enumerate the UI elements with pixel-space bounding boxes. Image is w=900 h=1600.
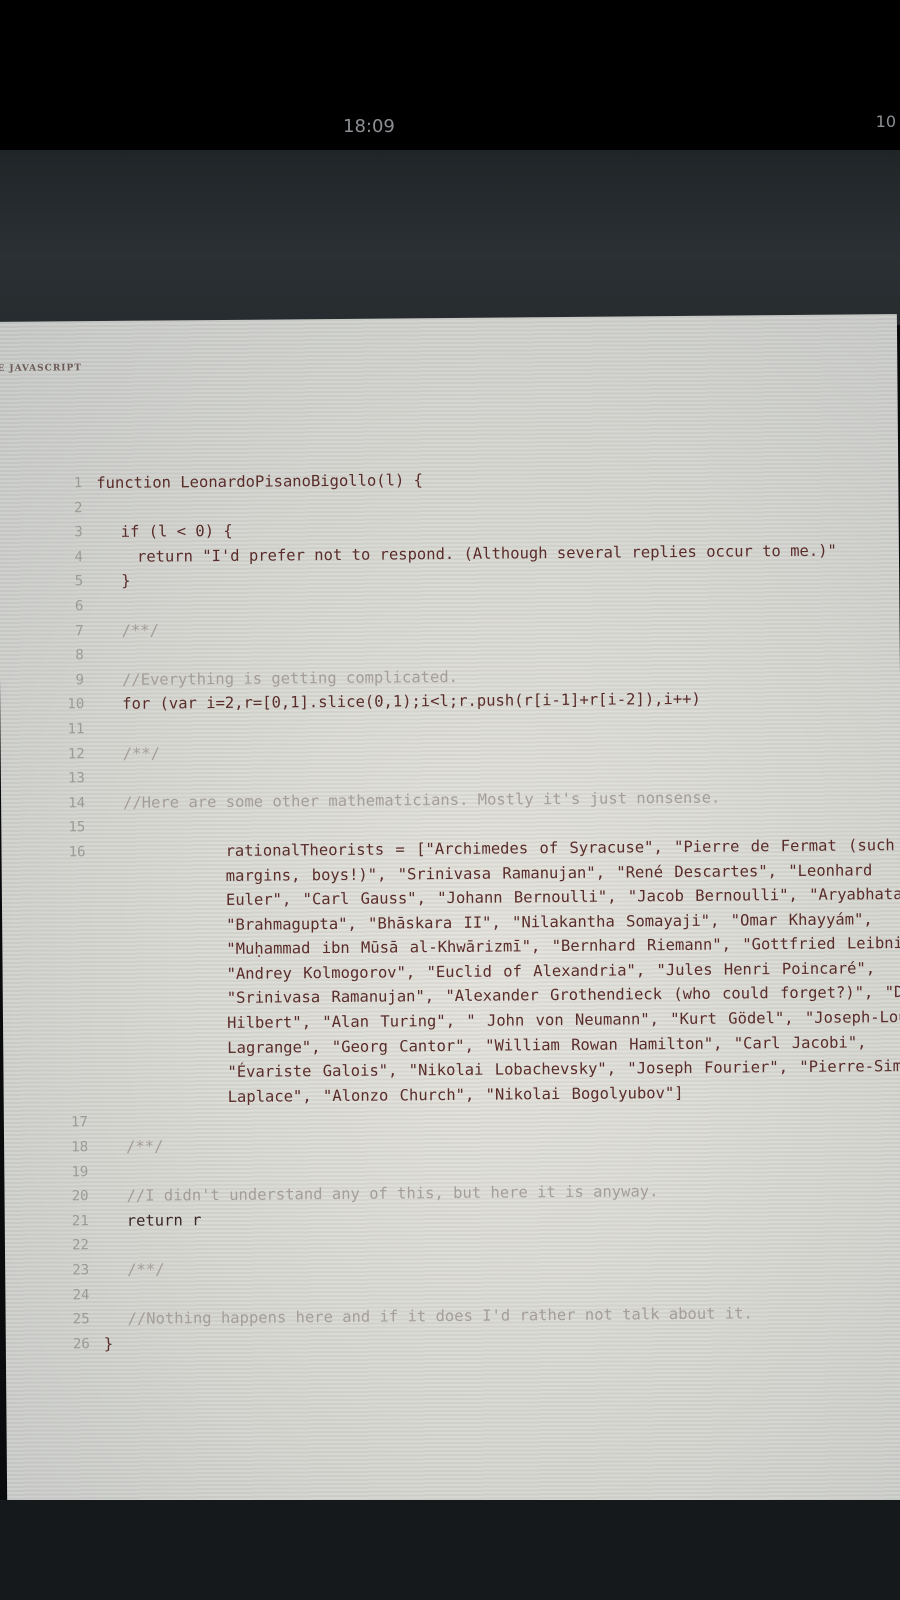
line-number: 25	[72, 1311, 90, 1328]
line-number: 23	[72, 1262, 90, 1279]
line-number: 21	[71, 1212, 89, 1230]
status-indicator: 10	[875, 112, 896, 131]
line-number: 19	[71, 1163, 89, 1180]
line-number: 4	[74, 548, 84, 566]
line-number: 18	[71, 1139, 89, 1156]
code-text: }	[121, 572, 131, 591]
line-number: 6	[74, 598, 84, 615]
line-number: 9	[75, 671, 85, 689]
book-page: E JAVASCRIPT 1 function LeonardoPisanoBig…	[0, 314, 900, 1514]
code-comment: /**/	[126, 1137, 164, 1156]
code-text: }	[103, 1334, 114, 1353]
line-number: 24	[72, 1286, 90, 1303]
line-number: 10	[67, 696, 85, 713]
line-number: 12	[67, 745, 85, 762]
running-head: E JAVASCRIPT	[0, 363, 83, 374]
status-bar: 18:09 10	[0, 0, 900, 150]
line-number: 1	[73, 475, 83, 492]
code-text: rationalTheorists = ["Archimedes of Syra…	[225, 836, 900, 1106]
code-comment: //Everything is getting complicated.	[121, 667, 459, 689]
line-number: 7	[75, 622, 84, 639]
line-number: 5	[74, 573, 84, 590]
line-number: 22	[72, 1237, 90, 1254]
line-number: 3	[74, 524, 83, 541]
line-number: 13	[67, 770, 85, 787]
code-line: 16 rationalTheorists = ["Archimedes of Sy…	[1, 833, 900, 1111]
code-comment: /**/	[121, 621, 159, 640]
line-number: 15	[68, 819, 86, 836]
line-number: 8	[75, 647, 84, 664]
line-number: 14	[68, 794, 86, 812]
line-number: 20	[71, 1188, 89, 1205]
code-text: function LeonardoPisanoBigollo(l) {	[96, 471, 423, 493]
line-number: 26	[72, 1335, 90, 1353]
code-text: if (l < 0) {	[120, 522, 233, 542]
code-text: return r	[126, 1211, 202, 1230]
bottom-margin	[0, 1500, 900, 1600]
code-listing: 1 function LeonardoPisanoBigollo(l) {2 3 if…	[0, 464, 900, 1357]
line-number: 16	[68, 844, 86, 861]
line-number: 11	[67, 721, 85, 738]
code-comment: /**/	[127, 1260, 165, 1279]
line-number: 2	[74, 499, 83, 516]
line-number: 17	[70, 1114, 88, 1131]
code-comment: /**/	[122, 744, 161, 763]
status-time: 18:09	[343, 116, 395, 137]
top-margin	[0, 150, 900, 325]
